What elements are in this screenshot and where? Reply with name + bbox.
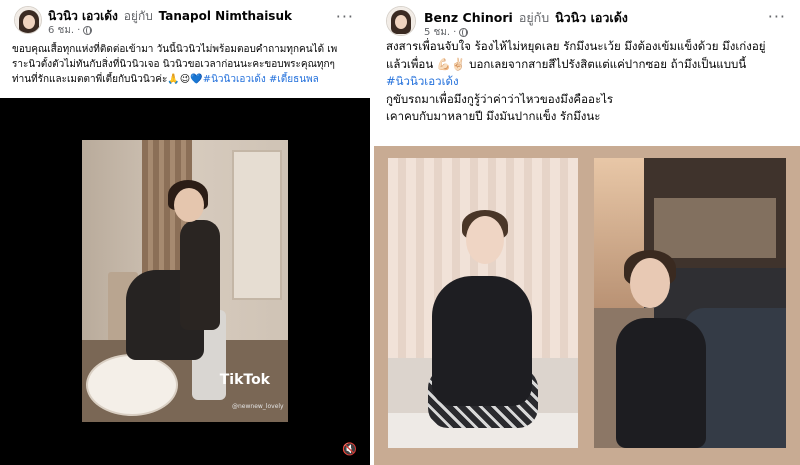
screenshot-collage: นิวนิว เอวเด้ง อยู่กับ Tanapol Nimthaisu… (0, 0, 800, 465)
caption-line: ท่านที่รักและเมตตาพี่เตี้ยกับนิวนิวค่ะ🙏😉… (12, 72, 358, 87)
hashtag-link[interactable]: #นิวนิวเอวเด้ง (386, 73, 788, 91)
caption-line: สงสารเพื่อนจับใจ ร้องไห้ไม่หยุดเลย รักมึ… (386, 39, 766, 53)
photo-woman-on-phone-sofa[interactable] (388, 158, 578, 448)
tiktok-handle: @newnew_lovely (232, 403, 284, 410)
globe-icon (83, 26, 93, 35)
post-caption: ขอบคุณเสื้อทุกแห่งที่ติดต่อเข้ามา วันนี้… (12, 42, 358, 87)
author-avatar[interactable] (386, 6, 416, 36)
plate-image (86, 354, 178, 416)
caption-text: ท่านที่รักและเมตตาพี่เตี้ยกับนิวนิวค่ะ🙏😉… (12, 74, 203, 85)
meta-separator: · (77, 25, 81, 36)
woman-figure (174, 188, 204, 222)
right-facebook-post: Benz Chinori อยู่กับ นิวนิว เอวเด้ง 5 ชม… (374, 0, 800, 465)
author-name-link[interactable]: Benz Chinori (424, 10, 513, 25)
author-avatar[interactable] (14, 6, 42, 34)
post-header: Benz Chinori อยู่กับ นิวนิว เอวเด้ง 5 ชม… (374, 0, 800, 40)
mute-icon[interactable]: 🔇 (342, 442, 358, 456)
tagged-name-link[interactable]: นิวนิว เอวเด้ง (555, 10, 628, 25)
with-label: อยู่กับ (123, 9, 153, 23)
post-time[interactable]: 6 ชม. (48, 23, 74, 38)
caption-line: ราะนิวตั้งตัวไม่ทันกับสิ่งที่นิวนิวเจอ น… (12, 59, 335, 70)
post-header: นิวนิว เอวเด้ง อยู่กับ Tanapol Nimthaisu… (0, 0, 370, 40)
post-caption: สงสารเพื่อนจับใจ ร้องไห้ไม่หยุดเลย รักมึ… (386, 38, 788, 126)
author-name-link[interactable]: นิวนิว เอวเด้ง (48, 9, 118, 23)
left-facebook-post: นิวนิว เอวเด้ง อยู่กับ Tanapol Nimthaisu… (0, 0, 370, 465)
video-frame: TikTok @newnew_lovely (82, 140, 288, 422)
caption-line: กูขับรถมาเพื่อมึงกูรู้ว่าค่าว่าไหวของมึง… (386, 91, 614, 106)
globe-icon (459, 28, 469, 37)
post-photo-grid (374, 146, 800, 465)
more-options-icon[interactable]: ··· (336, 9, 354, 25)
tagged-name-link[interactable]: Tanapol Nimthaisuk (159, 9, 292, 23)
caption-line: เคาคบกับมาหลายปี มึงมันปากแข็ง รักมึงนะ (386, 109, 601, 123)
caption-line: ขอบคุณเสื้อทุกแห่งที่ติดต่อเข้ามา วันนี้… (12, 44, 338, 55)
more-options-icon[interactable]: ··· (768, 9, 786, 25)
meta-separator: · (453, 27, 457, 38)
post-video[interactable]: TikTok @newnew_lovely 🔇 (0, 98, 370, 465)
tiktok-watermark: TikTok (219, 372, 270, 388)
hashtag-links[interactable]: #นิวนิวเอวเด้ง #เตี้ยธนพล (203, 74, 319, 85)
post-meta: 6 ชม. · (48, 23, 93, 38)
photo-woman-on-phone-bed[interactable] (594, 158, 786, 448)
with-label: อยู่กับ (518, 10, 550, 25)
caption-line: แล้วเพื่อน 💪🏻✌🏻 บอกเลยจากสายสีไปรังสิตแต… (386, 56, 747, 71)
